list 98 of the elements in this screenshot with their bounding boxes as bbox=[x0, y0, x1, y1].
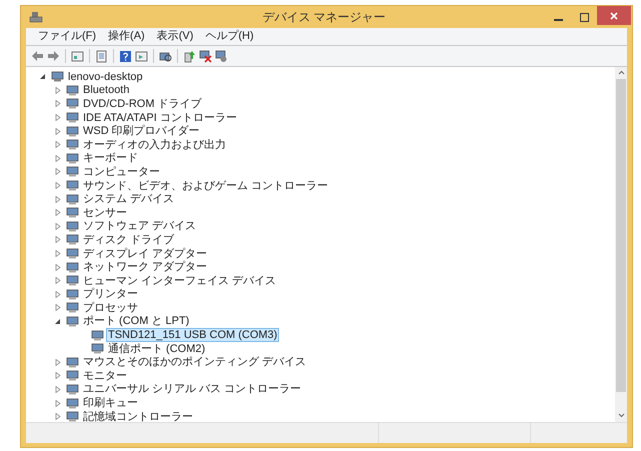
device-icon bbox=[66, 126, 79, 137]
device-icon bbox=[66, 139, 79, 150]
collapse-arrow-icon[interactable] bbox=[55, 318, 61, 325]
device-icon bbox=[66, 194, 79, 205]
scrollbar-thumb[interactable] bbox=[616, 79, 626, 392]
tree-item[interactable]: ヒューマン インターフェイス デバイス bbox=[81, 274, 278, 288]
tree-item[interactable]: センサー bbox=[81, 206, 129, 220]
tree-item[interactable]: 通信ポート (COM2) bbox=[106, 342, 208, 356]
tree-item[interactable]: TSND121_151 USB COM (COM3) bbox=[106, 328, 280, 342]
device-icon bbox=[66, 112, 79, 124]
device-icon bbox=[66, 384, 79, 395]
expand-arrow-icon[interactable] bbox=[55, 222, 61, 230]
menu-item[interactable]: 表示(V) bbox=[156, 28, 194, 45]
tree-item[interactable]: オーディオの入力および出力 bbox=[81, 138, 228, 152]
menu-item[interactable]: 操作(A) bbox=[108, 28, 145, 45]
collapse-arrow-icon[interactable] bbox=[40, 73, 46, 80]
minimize-icon bbox=[554, 19, 562, 21]
expand-arrow-icon[interactable] bbox=[55, 358, 61, 366]
expand-arrow-icon[interactable] bbox=[55, 141, 61, 148]
device-icon bbox=[66, 370, 79, 382]
tree-item[interactable]: 記憶域コントローラー bbox=[81, 410, 195, 422]
device-icon bbox=[66, 84, 79, 96]
tree-item[interactable]: lenovo-desktop bbox=[66, 70, 145, 84]
device-icon bbox=[66, 98, 79, 110]
tree-item[interactable]: DVD/CD-ROM ドライブ bbox=[81, 96, 204, 111]
device-icon bbox=[66, 316, 79, 327]
device-icon bbox=[66, 288, 79, 300]
expand-arrow-icon[interactable] bbox=[55, 236, 61, 244]
tree-item[interactable]: キーボード bbox=[81, 151, 140, 166]
expand-arrow-icon[interactable] bbox=[55, 114, 61, 122]
tree-item[interactable]: コンピューター bbox=[81, 164, 162, 179]
menu-item[interactable]: ファイル(F) bbox=[38, 28, 96, 45]
device-icon bbox=[51, 71, 64, 82]
device-icon bbox=[66, 275, 79, 286]
device-icon bbox=[66, 248, 79, 260]
tree-item[interactable]: ネットワーク アダプター bbox=[81, 260, 210, 274]
expand-arrow-icon[interactable] bbox=[55, 290, 61, 298]
expand-arrow-icon[interactable] bbox=[55, 413, 61, 420]
scan-icon[interactable] bbox=[159, 50, 172, 62]
tree-item[interactable]: Bluetooth bbox=[81, 83, 132, 98]
device-icon bbox=[66, 356, 79, 368]
scrollbar[interactable] bbox=[615, 67, 627, 422]
device-icon bbox=[66, 220, 79, 232]
expand-arrow-icon[interactable] bbox=[55, 386, 61, 393]
computer-icon bbox=[29, 11, 43, 23]
device-icon bbox=[66, 234, 79, 246]
tree-item[interactable]: プロセッサ bbox=[81, 300, 140, 315]
tree-item[interactable]: マウスとそのほかのポインティング デバイス bbox=[81, 355, 308, 370]
maximize-icon bbox=[580, 12, 588, 22]
update-icon[interactable] bbox=[183, 50, 196, 62]
device-icon bbox=[66, 207, 79, 218]
tree-item[interactable]: ソフトウェア デバイス bbox=[81, 219, 198, 234]
device-icon bbox=[91, 343, 104, 354]
disable-icon[interactable] bbox=[199, 50, 212, 62]
forward-arrow-icon[interactable] bbox=[47, 50, 60, 62]
tree-item[interactable]: サウンド、ビデオ、およびゲーム コントローラー bbox=[81, 178, 330, 193]
device-icon bbox=[66, 302, 79, 314]
back-arrow-icon[interactable] bbox=[31, 50, 44, 62]
tree-item[interactable]: 印刷キュー bbox=[81, 396, 140, 410]
expand-arrow-icon[interactable] bbox=[55, 196, 61, 203]
device-icon bbox=[66, 166, 79, 178]
device-icon bbox=[66, 180, 79, 192]
tree-item[interactable]: プリンター bbox=[81, 287, 140, 302]
expand-arrow-icon[interactable] bbox=[55, 400, 61, 407]
expand-arrow-icon[interactable] bbox=[55, 209, 61, 216]
menu-item[interactable]: ヘルプ(H) bbox=[205, 28, 254, 45]
close-button[interactable] bbox=[597, 6, 631, 25]
tree-item[interactable]: WSD 印刷プロバイダー bbox=[81, 124, 202, 138]
expand-arrow-icon[interactable] bbox=[55, 264, 61, 271]
expand-arrow-icon[interactable] bbox=[55, 304, 61, 312]
expand-arrow-icon[interactable] bbox=[55, 154, 61, 162]
help-icon[interactable] bbox=[119, 50, 132, 62]
tree-item[interactable]: ユニバーサル シリアル バス コントローラー bbox=[81, 382, 304, 396]
expand-arrow-icon[interactable] bbox=[55, 100, 61, 108]
expand-arrow-icon[interactable] bbox=[55, 250, 61, 258]
list-icon[interactable] bbox=[95, 50, 108, 62]
tree-item[interactable]: ディスク ドライブ bbox=[81, 232, 176, 247]
device-icon bbox=[66, 152, 79, 164]
tree-item[interactable]: ディスプレイ アダプター bbox=[81, 246, 210, 261]
expand-arrow-icon[interactable] bbox=[55, 182, 61, 190]
expand-arrow-icon[interactable] bbox=[55, 277, 61, 284]
device-icon bbox=[66, 398, 79, 409]
window-title: デバイス マネージャー bbox=[261, 9, 387, 26]
expand-arrow-icon[interactable] bbox=[55, 86, 61, 94]
window-icon[interactable] bbox=[135, 50, 148, 62]
expand-arrow-icon[interactable] bbox=[55, 168, 61, 176]
window-icon[interactable] bbox=[71, 50, 84, 62]
expand-arrow-icon[interactable] bbox=[55, 372, 61, 380]
expand-arrow-icon[interactable] bbox=[55, 128, 61, 135]
device-icon bbox=[66, 262, 79, 273]
uninstall-icon[interactable] bbox=[215, 50, 228, 62]
tree-item[interactable]: IDE ATA/ATAPI コントローラー bbox=[81, 110, 239, 125]
tree-item[interactable]: ポート (COM と LPT) bbox=[81, 314, 192, 328]
tree-item[interactable]: システム デバイス bbox=[81, 192, 176, 206]
tree-item[interactable]: モニター bbox=[81, 368, 129, 383]
device-icon bbox=[66, 411, 79, 422]
close-icon bbox=[610, 12, 618, 20]
device-icon bbox=[91, 330, 104, 341]
